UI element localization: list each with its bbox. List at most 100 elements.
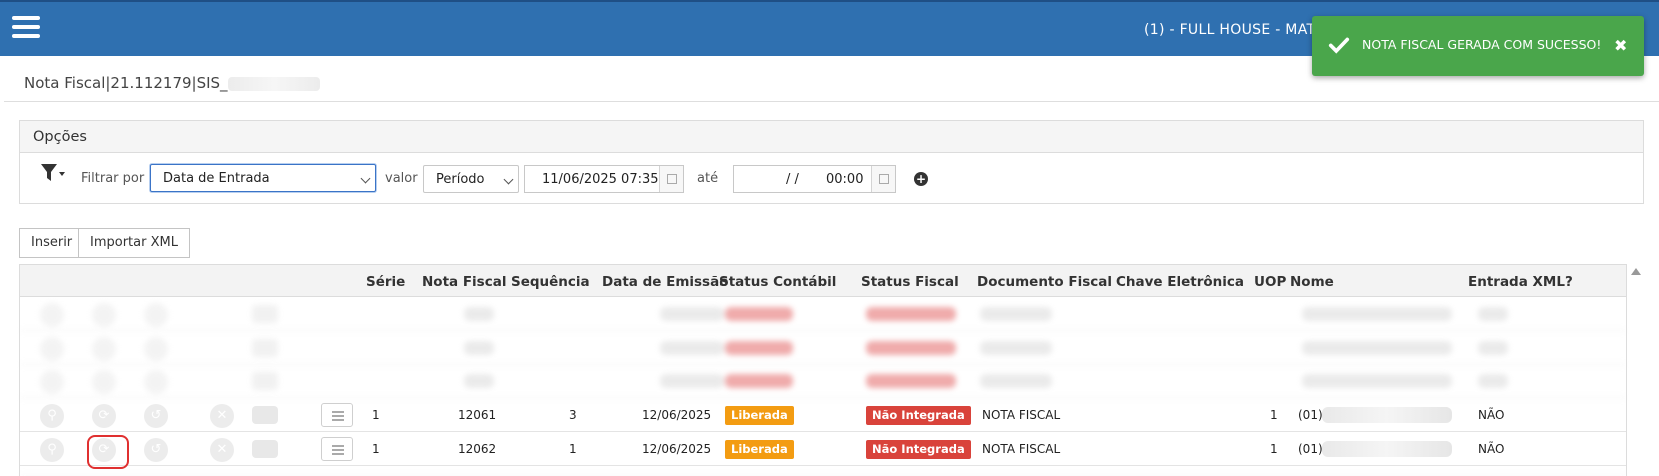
generate-icon[interactable]: ⟳ xyxy=(92,404,116,428)
cell-entrada-xml: NÃO xyxy=(1478,442,1505,456)
add-filter-icon[interactable]: + xyxy=(914,172,928,186)
blurred-value xyxy=(464,307,494,321)
history-icon[interactable] xyxy=(144,337,168,361)
blurred-value xyxy=(1478,307,1508,321)
date-to-input[interactable]: / / 00:00 xyxy=(733,165,896,193)
col-chave-eletronica[interactable]: Chave Eletrônica xyxy=(1116,274,1244,290)
filter-select[interactable]: Data de Entrada xyxy=(150,164,376,192)
scrollbar[interactable] xyxy=(1629,264,1643,476)
import-xml-button[interactable]: Importar XML xyxy=(78,228,190,258)
chevron-down-icon xyxy=(360,173,371,184)
page-title-bar: Nota Fiscal|21.112179|SIS_ xyxy=(4,58,1659,102)
cell-data-emissao: 12/06/2025 xyxy=(642,442,712,456)
blurred-value xyxy=(980,307,1052,321)
filter-icon[interactable] xyxy=(40,162,66,184)
date-from-value: 11/06/2025 07:35 xyxy=(542,172,659,187)
table-row[interactable] xyxy=(20,466,1626,476)
blurred-value xyxy=(1478,341,1508,355)
blurred-value xyxy=(1302,341,1452,355)
col-entrada-xml[interactable]: Entrada XML? xyxy=(1468,274,1573,290)
cell-sequencia: 1 xyxy=(569,442,577,456)
cell-nome: (01) xyxy=(1298,442,1323,456)
blurred-badge xyxy=(866,307,956,321)
col-nota-fiscal[interactable]: Nota Fiscal xyxy=(422,274,506,290)
toast-message: NOTA FISCAL GERADA COM SUCESSO! xyxy=(1362,37,1602,52)
table-row[interactable] xyxy=(20,331,1626,365)
company-name: (1) - FULL HOUSE - MATR xyxy=(1144,22,1326,38)
ate-label: até xyxy=(697,171,719,186)
history-icon[interactable]: ↺ xyxy=(144,438,168,462)
insert-button[interactable]: Inserir xyxy=(19,228,85,258)
valor-label: valor xyxy=(385,171,418,186)
col-nome[interactable]: Nome xyxy=(1290,274,1334,290)
blurred-value xyxy=(1478,374,1508,388)
money-icon[interactable] xyxy=(252,440,278,458)
search-icon[interactable]: ⚲ xyxy=(40,404,64,428)
page-title: Nota Fiscal|21.112179|SIS_ xyxy=(24,74,320,92)
filter-select-value: Data de Entrada xyxy=(163,171,270,186)
blurred-value xyxy=(1302,307,1452,321)
menu-icon[interactable] xyxy=(12,16,40,38)
masked-text xyxy=(227,76,320,91)
period-select-value: Período xyxy=(436,172,485,187)
money-icon[interactable] xyxy=(252,406,278,424)
blurred-value xyxy=(464,341,494,355)
generate-icon[interactable] xyxy=(92,337,116,361)
blurred-value xyxy=(660,307,724,321)
cell-uop: 1 xyxy=(1270,442,1278,456)
history-icon[interactable]: ↺ xyxy=(144,404,168,428)
invoice-grid: Série Nota Fiscal Sequência Data de Emis… xyxy=(19,264,1627,476)
table-row[interactable] xyxy=(20,297,1626,331)
check-icon xyxy=(1328,37,1350,54)
search-icon[interactable] xyxy=(40,370,64,394)
cell-nota-fiscal: 12061 xyxy=(458,408,497,422)
status-badge: Não Integrada xyxy=(866,440,971,459)
col-status-contabil[interactable]: Status Contábil xyxy=(719,274,836,290)
blurred-badge xyxy=(725,374,793,388)
history-icon[interactable] xyxy=(144,370,168,394)
calendar-icon[interactable] xyxy=(871,166,895,192)
chevron-down-icon xyxy=(503,174,514,185)
date-from-input[interactable]: 11/06/2025 07:35 xyxy=(524,165,684,193)
blurred-value xyxy=(980,374,1052,388)
blurred-value xyxy=(980,341,1052,355)
table-row[interactable] xyxy=(20,364,1626,398)
generate-icon[interactable] xyxy=(92,370,116,394)
cell-serie: 1 xyxy=(372,408,380,422)
date-to-slashes: / / xyxy=(786,172,799,187)
col-sequencia[interactable]: Sequência xyxy=(511,274,590,290)
blurred-value xyxy=(660,341,724,355)
blurred-value xyxy=(464,374,494,388)
cell-nome: (01) xyxy=(1298,408,1323,422)
close-icon[interactable]: ✕ xyxy=(210,404,234,428)
calendar-icon[interactable] xyxy=(659,166,683,192)
money-icon[interactable] xyxy=(252,372,278,390)
list-icon[interactable] xyxy=(321,403,353,427)
col-status-fiscal[interactable]: Status Fiscal xyxy=(861,274,959,290)
blurred-badge xyxy=(725,307,793,321)
col-documento-fiscal[interactable]: Documento Fiscal xyxy=(977,274,1112,290)
money-icon[interactable] xyxy=(252,339,278,357)
history-icon[interactable] xyxy=(144,303,168,327)
col-uop[interactable]: UOP xyxy=(1254,274,1286,290)
scroll-up-icon[interactable] xyxy=(1631,268,1641,275)
list-icon[interactable] xyxy=(321,437,353,461)
cell-nota-fiscal: 12062 xyxy=(458,442,497,456)
filter-label: Filtrar por xyxy=(81,171,145,186)
period-select[interactable]: Período xyxy=(423,165,519,193)
generate-icon[interactable] xyxy=(92,303,116,327)
col-data-emissao[interactable]: Data de Emissão xyxy=(602,274,728,290)
status-badge: Liberada xyxy=(725,440,794,459)
search-icon[interactable]: ⚲ xyxy=(40,438,64,462)
money-icon[interactable] xyxy=(252,305,278,323)
search-icon[interactable] xyxy=(40,337,64,361)
options-heading: Opções xyxy=(20,121,1643,153)
close-icon[interactable]: ✖ xyxy=(1614,36,1627,55)
highlight-box xyxy=(87,435,129,469)
table-row[interactable]: ⚲ ⟳ ↺ ✕ 1 12061 3 12/06/2025 Liberada Nã… xyxy=(20,398,1626,432)
close-icon[interactable]: ✕ xyxy=(210,438,234,462)
search-icon[interactable] xyxy=(40,303,64,327)
table-row[interactable]: ⚲ ⟳ ↺ ✕ 1 12062 1 12/06/2025 Liberada Nã… xyxy=(20,432,1626,466)
blurred-value xyxy=(1302,374,1452,388)
col-serie[interactable]: Série xyxy=(366,274,405,290)
